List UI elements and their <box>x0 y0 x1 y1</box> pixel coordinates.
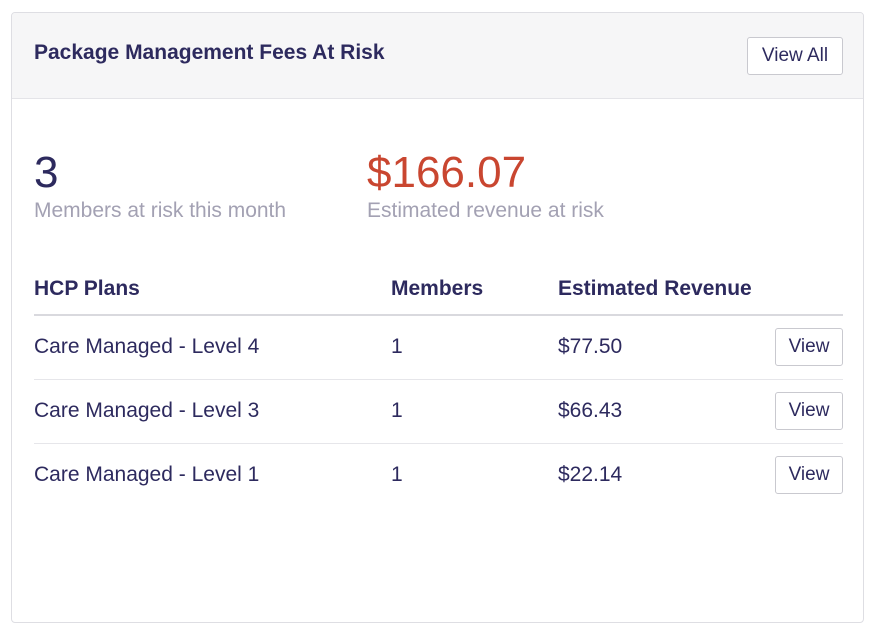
fees-at-risk-card: Package Management Fees At Risk View All… <box>11 12 864 623</box>
revenue-cell: $66.43 <box>558 379 768 444</box>
column-header-action <box>768 271 843 316</box>
action-cell: View <box>768 315 843 380</box>
card-header: Package Management Fees At Risk View All <box>12 13 863 99</box>
table-row: Care Managed - Level 1 1 $22.14 View <box>34 443 843 507</box>
stats-summary: 3 Members at risk this month $166.07 Est… <box>34 149 844 229</box>
members-cell: 1 <box>391 379 558 444</box>
revenue-at-risk-value: $166.07 <box>367 148 527 197</box>
revenue-cell: $77.50 <box>558 315 768 380</box>
view-plan-button[interactable]: View <box>775 392 843 430</box>
revenue-at-risk-label: Estimated revenue at risk <box>367 199 604 222</box>
revenue-cell: $22.14 <box>558 463 623 487</box>
table-header-row: HCP Plans Members Estimated Revenue <box>34 271 843 316</box>
members-cell: 1 <box>391 463 403 487</box>
action-cell: View <box>768 443 843 507</box>
view-plan-button[interactable]: View <box>775 328 843 367</box>
members-at-risk-label: Members at risk this month <box>34 199 287 222</box>
plan-name-cell: Care Managed - Level 3 <box>34 379 391 444</box>
column-header-estimated-revenue: Estimated Revenue <box>558 271 768 316</box>
action-cell: View <box>768 379 843 444</box>
plan-name-cell: Care Managed - Level 1 <box>34 463 260 487</box>
revenue-at-risk-stat: $166.07 Estimated revenue at risk <box>367 149 604 223</box>
view-plan-button[interactable]: View <box>775 456 843 495</box>
members-at-risk-value: 3 <box>34 148 59 197</box>
column-header-hcp-plans: HCP Plans <box>34 271 391 316</box>
hcp-plans-table: HCP Plans Members Estimated Revenue Care… <box>34 271 843 507</box>
table-row: Care Managed - Level 3 1 $66.43 View <box>34 379 843 444</box>
view-all-button[interactable]: View All <box>747 37 843 75</box>
column-header-members: Members <box>391 271 558 316</box>
table-row: Care Managed - Level 4 1 $77.50 View <box>34 315 843 380</box>
card-title: Package Management Fees At Risk <box>34 41 385 64</box>
members-at-risk-stat: 3 Members at risk this month <box>34 149 286 223</box>
plan-name-cell: Care Managed - Level 4 <box>34 315 391 380</box>
members-cell: 1 <box>391 315 558 380</box>
